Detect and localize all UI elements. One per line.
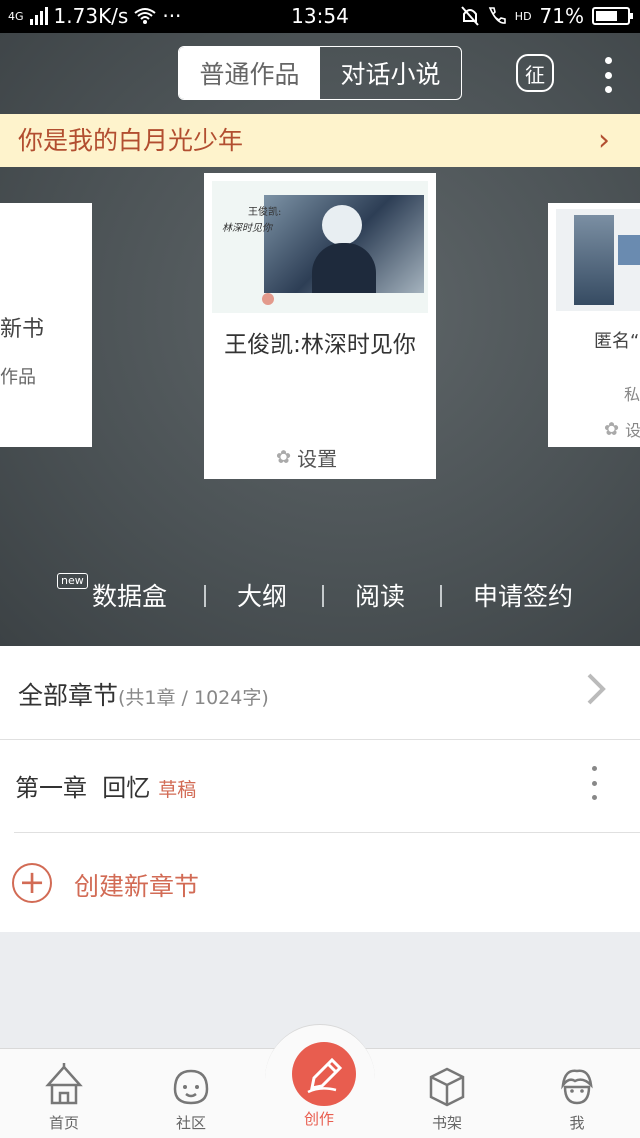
tab-dialogue-novel[interactable]: 对话小说: [320, 47, 461, 99]
notice-banner[interactable]: 你是我的白月光少年 ›: [0, 114, 640, 167]
gear-icon: ✿: [604, 418, 620, 440]
read-link[interactable]: 阅读: [355, 577, 405, 613]
action-divider: [322, 585, 324, 607]
book-card[interactable]: 王俊凯: 林深时见你 王俊凯:林深时见你 ✿ 设置: [204, 173, 436, 479]
new-book-card[interactable]: + 新书 作品: [0, 203, 92, 447]
tab-create[interactable]: 创作: [264, 1048, 374, 1138]
hd-label: HD: [514, 9, 532, 23]
community-face-icon: [173, 1069, 209, 1105]
work-type-switch: 普通作品 对话小说: [178, 46, 462, 100]
book-status-next: 私: [624, 385, 640, 404]
all-chapters-title: 全部章节: [18, 681, 119, 710]
cover-decoration: [262, 293, 274, 305]
book-cover-next: [556, 209, 640, 311]
bookshelf-box-icon: [429, 1067, 465, 1107]
all-chapters-row[interactable]: 全部章节(共1章 / 1024字): [0, 646, 640, 740]
more-menu-icon[interactable]: [596, 55, 620, 95]
chapter-title: 第一章 回忆: [15, 774, 151, 802]
book-settings-button[interactable]: ✿ 设置: [276, 443, 337, 472]
book-title: 王俊凯:林深时见你: [224, 332, 416, 358]
home-tent-icon: [45, 1063, 83, 1105]
tab-community-label: 社区: [175, 1114, 206, 1132]
status-bar: 4G 1.73K/s ··· 13:54 HD 71%: [0, 0, 640, 33]
book-hero: 普通作品 对话小说 征 你是我的白月光少年 › + 新书 作品 王俊凯: 林深时…: [0, 33, 640, 646]
gear-icon: ✿: [276, 447, 292, 468]
action-divider: [440, 585, 442, 607]
tab-normal-works[interactable]: 普通作品: [179, 47, 320, 99]
chapter-row[interactable]: 第一章 回忆 草稿: [0, 740, 640, 832]
profile-face-icon: [561, 1069, 593, 1105]
cover-text-line2: 林深时见你: [222, 223, 272, 234]
book-card-next[interactable]: 匿名“ 私 ✿ 设: [548, 203, 640, 447]
new-badge: new: [57, 573, 88, 589]
data-box-link[interactable]: 数据盒: [92, 577, 167, 613]
new-book-sublabel: 作品: [0, 367, 36, 388]
chapter-list: 全部章节(共1章 / 1024字) 第一章 回忆 草稿 + 创建新章节: [0, 646, 640, 932]
new-book-label: 新书: [0, 317, 45, 342]
book-actions: new 数据盒 大纲 阅读 申请签约: [0, 573, 640, 617]
cover-photo: [264, 195, 424, 293]
create-chapter-row[interactable]: + 创建新章节: [0, 833, 640, 932]
tab-bookshelf[interactable]: 书架: [392, 1049, 502, 1138]
chapter-more-icon[interactable]: [590, 766, 598, 800]
chapter-label: 第一章 回忆 草稿: [15, 768, 196, 803]
book-title-next: 匿名“: [594, 331, 640, 352]
outline-link[interactable]: 大纲: [237, 577, 287, 613]
contest-icon[interactable]: 征: [516, 54, 554, 92]
banner-text: 你是我的白月光少年: [18, 126, 244, 155]
tab-create-label: 创作: [303, 1110, 334, 1128]
tab-bookshelf-label: 书架: [431, 1114, 462, 1132]
settings-label: 设置: [297, 447, 338, 471]
chapter-stats: (共1章 / 1024字): [118, 687, 269, 709]
cover-text-line1: 王俊凯:: [248, 207, 282, 218]
create-chapter-label: 创建新章节: [74, 872, 200, 901]
bell-muted-icon: [461, 6, 479, 26]
chevron-right-icon: [587, 673, 606, 705]
all-chapters-label: 全部章节(共1章 / 1024字): [18, 676, 269, 712]
chevron-right-icon: ›: [598, 123, 610, 158]
tab-home[interactable]: 首页: [9, 1049, 119, 1138]
book-settings-button-next[interactable]: ✿ 设: [604, 417, 640, 441]
tab-me[interactable]: 我: [522, 1049, 632, 1138]
action-divider: [204, 585, 206, 607]
battery-icon: [592, 7, 633, 25]
book-cover: 王俊凯: 林深时见你: [212, 181, 428, 313]
tab-home-label: 首页: [48, 1114, 79, 1132]
tab-community[interactable]: 社区: [136, 1049, 246, 1138]
draft-badge: 草稿: [158, 779, 197, 801]
battery-percent: 71%: [539, 4, 584, 28]
apply-contract-link[interactable]: 申请签约: [473, 577, 573, 613]
tab-me-label: 我: [569, 1114, 585, 1132]
phone-icon: [488, 7, 506, 24]
add-circle-icon: +: [12, 863, 52, 903]
settings-label-next: 设: [625, 421, 640, 440]
